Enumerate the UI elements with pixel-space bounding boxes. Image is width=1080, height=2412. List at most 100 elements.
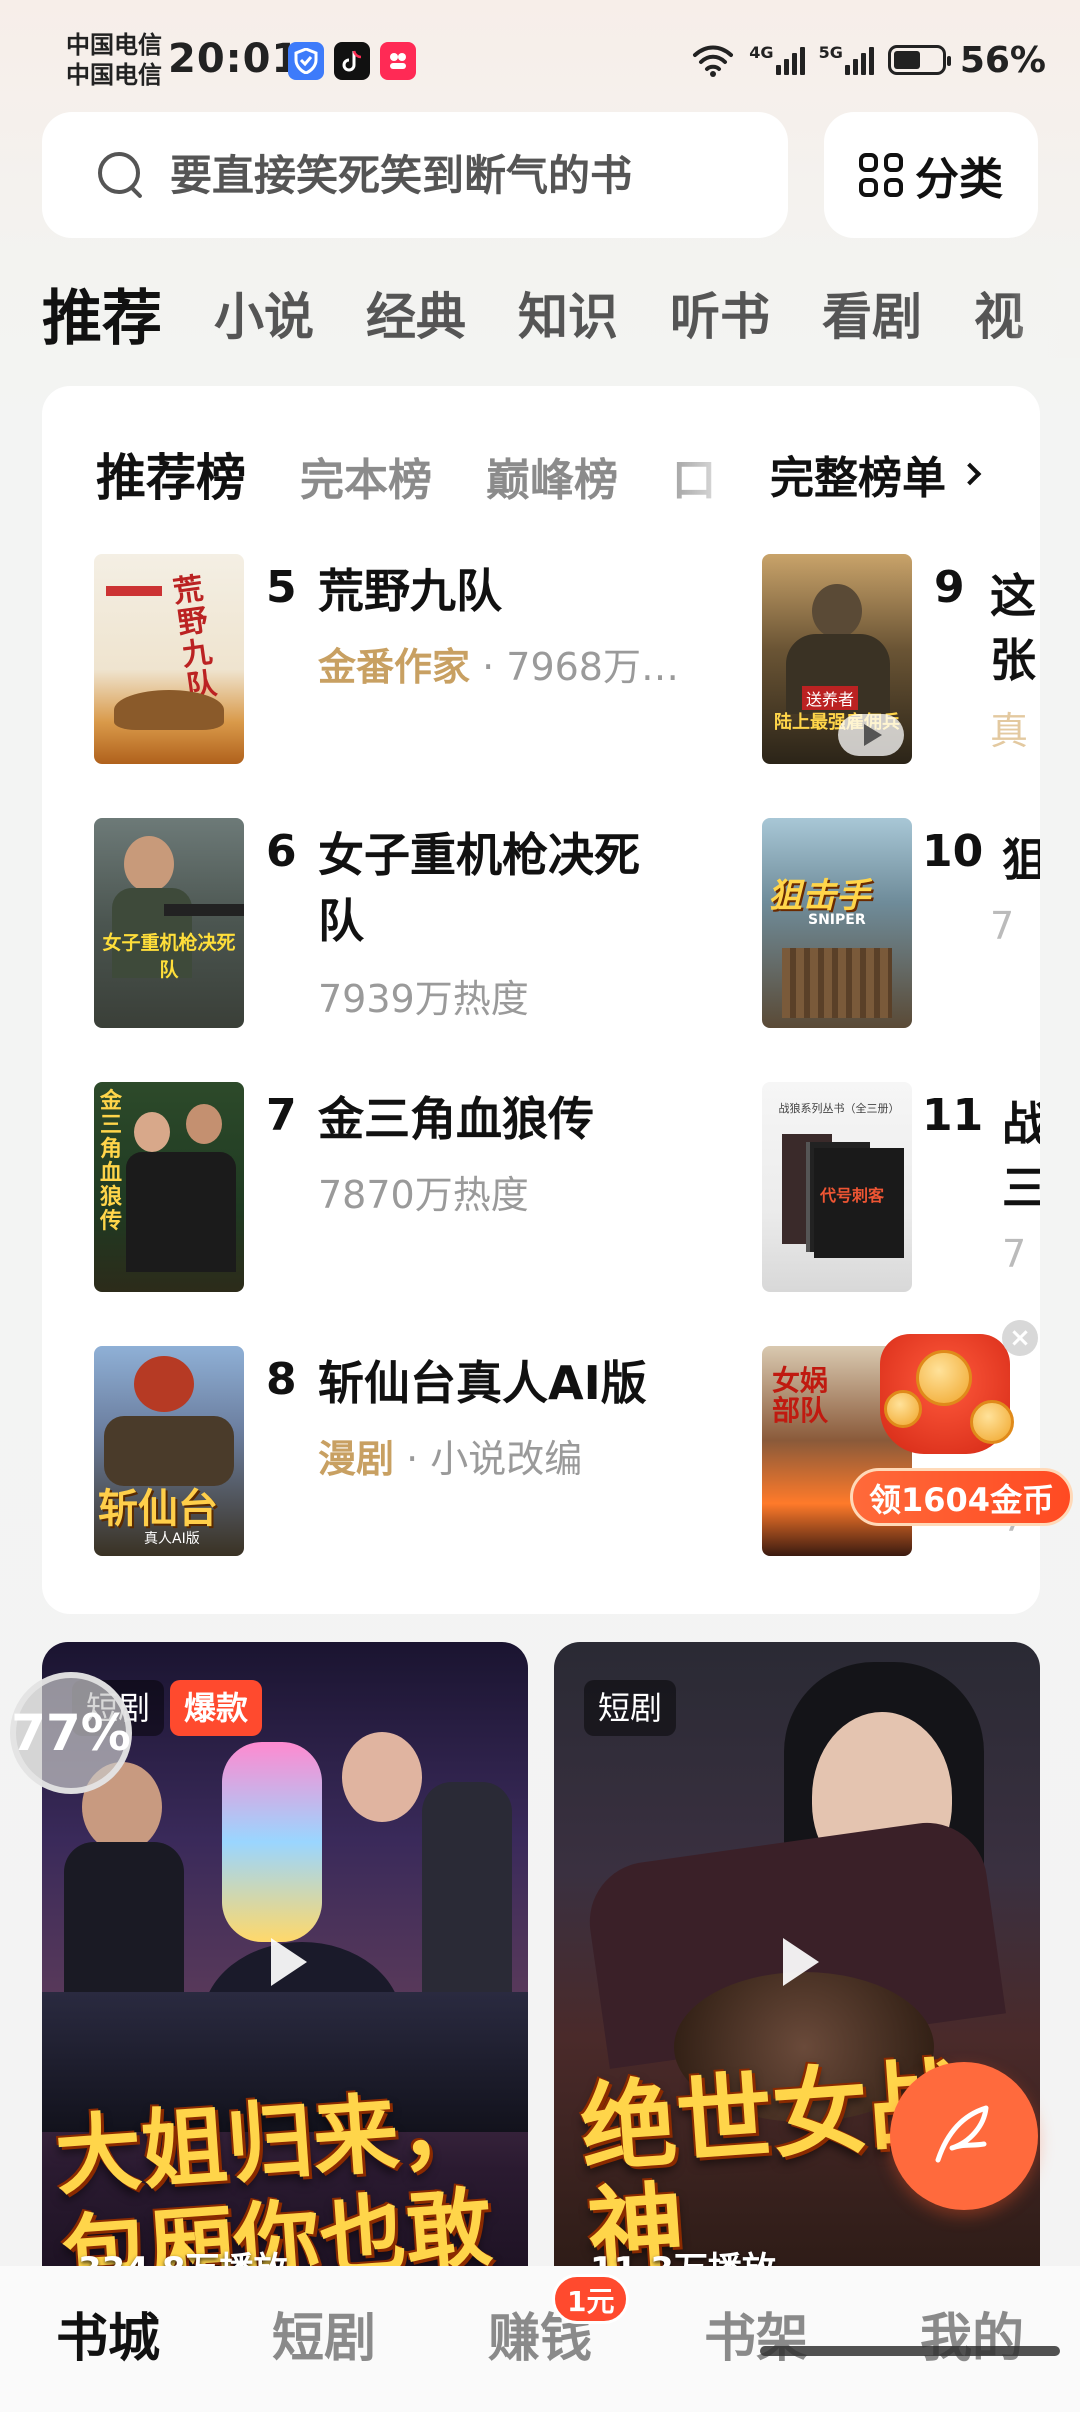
ranking-tab-recommend[interactable]: 推荐榜	[96, 438, 246, 510]
rank-number: 10	[922, 826, 984, 877]
shield-app-icon	[288, 42, 324, 80]
book-title: 斩仙台真人AI版	[318, 1356, 647, 1410]
book-meta: 金番作家 · 7968万…	[318, 636, 738, 691]
cover-title: 狙击手	[768, 876, 870, 916]
carrier-1: 中国电信	[66, 31, 162, 59]
book-cover: 女子重机枪决死队	[94, 818, 244, 1028]
search-icon	[98, 152, 144, 198]
cover-title: 金三角血狼传	[100, 1089, 123, 1234]
ranking-tabs-fade	[652, 426, 772, 506]
nav-bookstore[interactable]: 书城	[0, 2266, 216, 2412]
wifi-icon	[693, 45, 734, 77]
nav-bookshelf-label: 书架	[703, 2309, 808, 2369]
close-icon[interactable]: ×	[1002, 1320, 1038, 1356]
tab-classic[interactable]: 经典	[366, 277, 466, 349]
full-list-link[interactable]: 完整榜单	[770, 442, 982, 506]
book-item-7[interactable]: 金三角血狼传 7 金三角血狼传 7870万热度	[94, 1082, 754, 1302]
chevron-right-icon	[958, 462, 982, 486]
nav-short-drama-label: 短剧	[271, 2309, 376, 2369]
battery-icon	[887, 45, 951, 75]
rank-number: 11	[922, 1090, 984, 1141]
book-title-partial: 狙	[1002, 833, 1040, 887]
battery-percent: 56%	[959, 39, 1046, 81]
coin-icon	[916, 1350, 972, 1406]
quill-icon	[935, 2105, 989, 2163]
tab-novel[interactable]: 小说	[214, 277, 314, 349]
coin-icon	[884, 1390, 922, 1428]
carrier-2: 中国电信	[66, 61, 162, 89]
cover-title: 斩仙台	[98, 1485, 218, 1532]
category-button[interactable]: 分类	[824, 112, 1038, 238]
status-bar: 中国电信 中国电信 20:01 4G 5G 56%	[0, 0, 1080, 110]
book-item-10[interactable]: 狙击手 SNIPER 10 狙 7	[762, 818, 1040, 1038]
progress-overlay[interactable]: 77%	[10, 1672, 132, 1794]
nav-bookstore-label: 书城	[55, 2309, 160, 2369]
reward-label: 领1604金币	[850, 1468, 1074, 1526]
book-meta-partial: 7	[1002, 1232, 1027, 1276]
nav-profile[interactable]: 我的	[864, 2266, 1080, 2412]
cover-bodies	[126, 1152, 236, 1272]
network-label-2: 5G	[818, 43, 843, 62]
heat-text: 7870万热度	[318, 1173, 529, 1217]
nav-profile-label: 我的	[919, 2309, 1024, 2369]
channel-tabs: 推荐 小说 经典 知识 听书 看剧 视	[42, 268, 1080, 358]
ranking-tab-completed[interactable]: 完本榜	[300, 444, 432, 508]
book-cover: 斩仙台 真人AI版	[94, 1346, 244, 1556]
cover-series: 战狼系列丛书（全三册）	[778, 1102, 900, 1115]
book-title: 金三角血狼传	[318, 1092, 594, 1146]
book-cover: 战狼系列丛书（全三册） 代号刺客	[762, 1082, 912, 1292]
play-badge-icon	[838, 714, 904, 756]
drama-person-3	[342, 1732, 422, 1822]
tabs-fade	[1010, 268, 1080, 358]
cover-head	[812, 584, 862, 638]
comic-drama-tag: 漫剧	[318, 1437, 395, 1481]
book-title-partial: 这	[990, 569, 1036, 623]
book-item-9[interactable]: 送养者 陆上最强雇佣兵 9 这 张 真	[762, 554, 1040, 774]
play-icon[interactable]	[255, 1932, 315, 1992]
book-item-6[interactable]: 女子重机枪决死队 6 女子重机枪决死队 7939万热度	[94, 818, 754, 1038]
book-item-5[interactable]: 荒野九队 5 荒野九队 金番作家 · 7968万…	[94, 554, 754, 774]
drama-type-tag: 短剧	[584, 1680, 677, 1736]
tab-drama[interactable]: 看剧	[822, 277, 922, 349]
cover-subtitle: 真人AI版	[144, 1531, 200, 1547]
cell-signal-1-icon: 4G	[749, 45, 805, 75]
grid-icon	[859, 153, 903, 197]
book-cover: 狙击手 SNIPER	[762, 818, 912, 1028]
ranking-tab-peak[interactable]: 巅峰榜	[486, 444, 618, 508]
rank-number: 5	[266, 562, 297, 613]
nav-bookshelf[interactable]: 书架	[648, 2266, 864, 2412]
search-bar[interactable]	[42, 112, 788, 238]
cover-face	[124, 836, 174, 892]
tiktok-app-icon	[334, 42, 370, 80]
heat-text: · 7968万…	[482, 645, 679, 689]
adaptation-text: · 小说改编	[406, 1437, 583, 1481]
earn-badge: 1元	[552, 2274, 630, 2324]
cover-tag: 送养者	[802, 686, 859, 710]
book-meta: 7939万热度	[318, 968, 738, 1023]
book-item-8[interactable]: 斩仙台 真人AI版 8 斩仙台真人AI版 漫剧 · 小说改编	[94, 1346, 754, 1566]
reader-app-icon	[380, 42, 416, 80]
tab-recommend[interactable]: 推荐	[42, 270, 162, 357]
book-title-partial: 战	[1002, 1097, 1040, 1151]
nav-short-drama[interactable]: 短剧	[216, 2266, 432, 2412]
carrier-labels: 中国电信 中国电信	[66, 30, 162, 90]
book-cover: 金三角血狼传	[94, 1082, 244, 1292]
book-item-11[interactable]: 战狼系列丛书（全三册） 代号刺客 11 战 三 7	[762, 1082, 1040, 1302]
cover-face-1	[134, 1112, 170, 1152]
search-input[interactable]	[170, 150, 730, 200]
play-icon[interactable]	[767, 1932, 827, 1992]
book-cover: 送养者 陆上最强雇佣兵	[762, 554, 912, 764]
coin-reward-widget[interactable]: × 领1604金币	[850, 1320, 1074, 1540]
author-tag: 金番作家	[318, 645, 471, 689]
rank-number: 8	[266, 1354, 297, 1405]
tab-audiobook[interactable]: 听书	[670, 277, 770, 349]
nav-earn[interactable]: 赚钱 1元	[432, 2266, 648, 2412]
tab-knowledge[interactable]: 知识	[518, 277, 618, 349]
heat-text: 7939万热度	[318, 977, 529, 1021]
write-fab-button[interactable]	[890, 2062, 1038, 2210]
book-title: 女子重机枪决死队	[318, 828, 640, 948]
book-title: 荒野九队	[318, 564, 502, 618]
book-cover: 荒野九队	[94, 554, 244, 764]
book-title-partial-2: 三	[1002, 1161, 1040, 1215]
cover-title: 代号刺客	[820, 1186, 885, 1205]
